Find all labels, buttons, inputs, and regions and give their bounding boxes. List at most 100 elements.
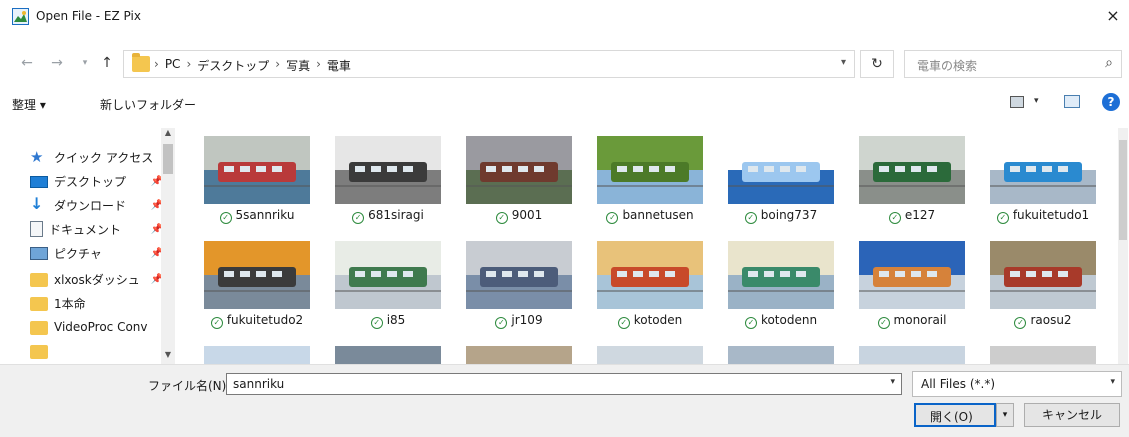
sidebar-item-documents[interactable]: ドキュメント 📌 xyxy=(30,218,165,240)
thumbnail-image xyxy=(597,136,703,204)
recent-dropdown-icon[interactable]: ▾ xyxy=(76,54,94,72)
file-name-text: fukuitetudo1 xyxy=(1012,208,1090,222)
file-tile[interactable]: ✓ jr109 xyxy=(454,235,584,345)
address-bar[interactable]: › PC › デスクトップ › 写真 › 電車 ▾ xyxy=(123,50,855,78)
thumbnail-image xyxy=(990,136,1096,204)
chevron-down-icon: ▾ xyxy=(1002,410,1008,420)
thumbnail-image xyxy=(597,346,703,364)
file-tile[interactable]: ✓ kotodenn xyxy=(716,235,846,345)
file-name: ✓ raosu2 xyxy=(978,313,1108,329)
file-tile[interactable]: ✓ e127 xyxy=(847,130,977,240)
forward-icon[interactable]: → xyxy=(48,54,66,72)
organize-button[interactable]: 整理 ▾ xyxy=(12,96,46,113)
sync-status-icon: ✓ xyxy=(617,317,630,329)
file-list-scrollbar[interactable] xyxy=(1118,128,1128,364)
file-type-select[interactable]: All Files (*.*) ▾ xyxy=(912,371,1122,397)
sidebar-item-label: クイック アクセス xyxy=(54,150,154,165)
sync-status-icon: ✓ xyxy=(352,212,365,224)
address-row: ← → ▾ ↑ › PC › デスクトップ › 写真 › 電車 ▾ ↻ 電車の検… xyxy=(0,48,1129,80)
scroll-thumb[interactable] xyxy=(163,144,173,174)
file-tile[interactable] xyxy=(323,340,453,364)
file-tile[interactable]: ✓ boing737 xyxy=(716,130,846,240)
chevron-down-icon[interactable]: ▾ xyxy=(890,377,895,387)
sidebar-item-label: xlxoskダッシュ xyxy=(54,272,140,287)
file-tile[interactable] xyxy=(978,340,1108,364)
sync-status-icon: ✓ xyxy=(495,317,508,329)
sidebar-item-quick-access[interactable]: ★ クイック アクセス xyxy=(30,146,165,168)
sidebar-item-label: デスクトップ xyxy=(54,174,127,189)
title-bar: Open File - EZ Pix × xyxy=(0,0,1129,32)
sidebar-item-folder-1[interactable]: xlxoskダッシュ 📌 xyxy=(30,268,165,290)
file-name-text: monorail xyxy=(893,313,947,327)
download-icon: ↓ xyxy=(30,194,44,213)
new-folder-button[interactable]: 新しいフォルダー xyxy=(100,96,196,113)
address-dropdown-icon[interactable]: ▾ xyxy=(841,57,846,68)
breadcrumb-separator: › xyxy=(316,57,321,71)
sync-status-icon: ✓ xyxy=(996,212,1009,224)
scroll-down-icon[interactable]: ▼ xyxy=(163,350,173,359)
file-tile[interactable] xyxy=(454,340,584,364)
pictures-icon xyxy=(30,246,48,260)
search-input[interactable]: 電車の検索 ⌕ xyxy=(904,50,1122,78)
file-tile[interactable]: ✓ raosu2 xyxy=(978,235,1108,345)
file-name: ✓ boing737 xyxy=(716,208,846,224)
file-tile[interactable]: ✓ bannetusen xyxy=(585,130,715,240)
file-tile[interactable]: ✓ 5sannriku xyxy=(192,130,322,240)
file-name-text: bannetusen xyxy=(622,208,694,222)
breadcrumb-trains[interactable]: 電車 xyxy=(327,57,351,74)
close-button[interactable]: × xyxy=(1103,6,1123,26)
sidebar-item-label: ピクチャ xyxy=(54,246,102,261)
refresh-button[interactable]: ↻ xyxy=(860,50,894,78)
file-tile[interactable]: ✓ monorail xyxy=(847,235,977,345)
back-icon[interactable]: ← xyxy=(18,54,36,72)
preview-pane-icon[interactable] xyxy=(1064,95,1080,108)
file-tile[interactable] xyxy=(847,340,977,364)
cancel-button[interactable]: キャンセル xyxy=(1024,403,1120,427)
breadcrumb-photos[interactable]: 写真 xyxy=(286,57,310,74)
documents-icon xyxy=(30,221,43,237)
open-split-dropdown[interactable]: ▾ xyxy=(996,403,1014,427)
file-name-text: boing737 xyxy=(760,208,818,222)
file-tile[interactable]: ✓ 9001 xyxy=(454,130,584,240)
up-icon[interactable]: ↑ xyxy=(98,54,116,72)
sidebar-item-label: ダウンロード xyxy=(54,198,127,213)
sidebar-scrollbar[interactable]: ▲ ▼ xyxy=(161,128,175,364)
view-icon[interactable] xyxy=(1010,96,1024,108)
dialog-footer: ファイル名(N): sannriku ▾ All Files (*.*) ▾ 開… xyxy=(0,364,1129,437)
file-tile[interactable] xyxy=(716,340,846,364)
thumbnail-image xyxy=(466,241,572,309)
refresh-icon: ↻ xyxy=(871,56,883,72)
file-tile[interactable] xyxy=(192,340,322,364)
file-tile[interactable]: ✓ i85 xyxy=(323,235,453,345)
thumbnail-image xyxy=(990,241,1096,309)
sidebar-item-folder-2[interactable]: 1本命 xyxy=(30,292,165,314)
file-name: ✓ fukuitetudo2 xyxy=(192,313,322,329)
filename-input[interactable]: sannriku ▾ xyxy=(226,373,902,395)
sidebar-item-downloads[interactable]: ↓ ダウンロード 📌 xyxy=(30,194,165,216)
file-tile[interactable]: ✓ 681siragi xyxy=(323,130,453,240)
view-dropdown-icon[interactable]: ▾ xyxy=(1034,96,1039,106)
sidebar-item-pictures[interactable]: ピクチャ 📌 xyxy=(30,242,165,264)
file-tile[interactable]: ✓ kotoden xyxy=(585,235,715,345)
file-tile[interactable]: ✓ fukuitetudo2 xyxy=(192,235,322,345)
file-name-text: kotoden xyxy=(633,313,683,327)
thumbnail-image xyxy=(728,346,834,364)
folder-icon xyxy=(132,53,150,72)
filename-label: ファイル名(N): xyxy=(148,379,231,393)
scroll-thumb[interactable] xyxy=(1119,140,1127,240)
file-list: ✓ 5sannriku ✓ 681siragi ✓ 9001 ✓ bannetusen ✓ boi… xyxy=(190,128,1118,364)
scroll-up-icon[interactable]: ▲ xyxy=(163,128,173,137)
sidebar-item-folder-3[interactable]: VideoProc Conv xyxy=(30,316,165,338)
help-icon[interactable]: ? xyxy=(1102,93,1120,111)
file-tile[interactable] xyxy=(585,340,715,364)
search-icon[interactable]: ⌕ xyxy=(1105,55,1113,71)
breadcrumb-pc[interactable]: PC xyxy=(165,57,181,74)
sidebar-item-folder-4[interactable] xyxy=(30,340,165,362)
sidebar-item-desktop[interactable]: デスクトップ 📌 xyxy=(30,170,165,192)
file-tile[interactable]: ✓ fukuitetudo1 xyxy=(978,130,1108,240)
file-name-text: 5sannriku xyxy=(235,208,295,222)
open-button[interactable]: 開く(O) xyxy=(914,403,996,427)
breadcrumb-desktop[interactable]: デスクトップ xyxy=(197,57,269,74)
file-name-text: raosu2 xyxy=(1030,313,1072,327)
file-name: ✓ i85 xyxy=(323,313,453,329)
